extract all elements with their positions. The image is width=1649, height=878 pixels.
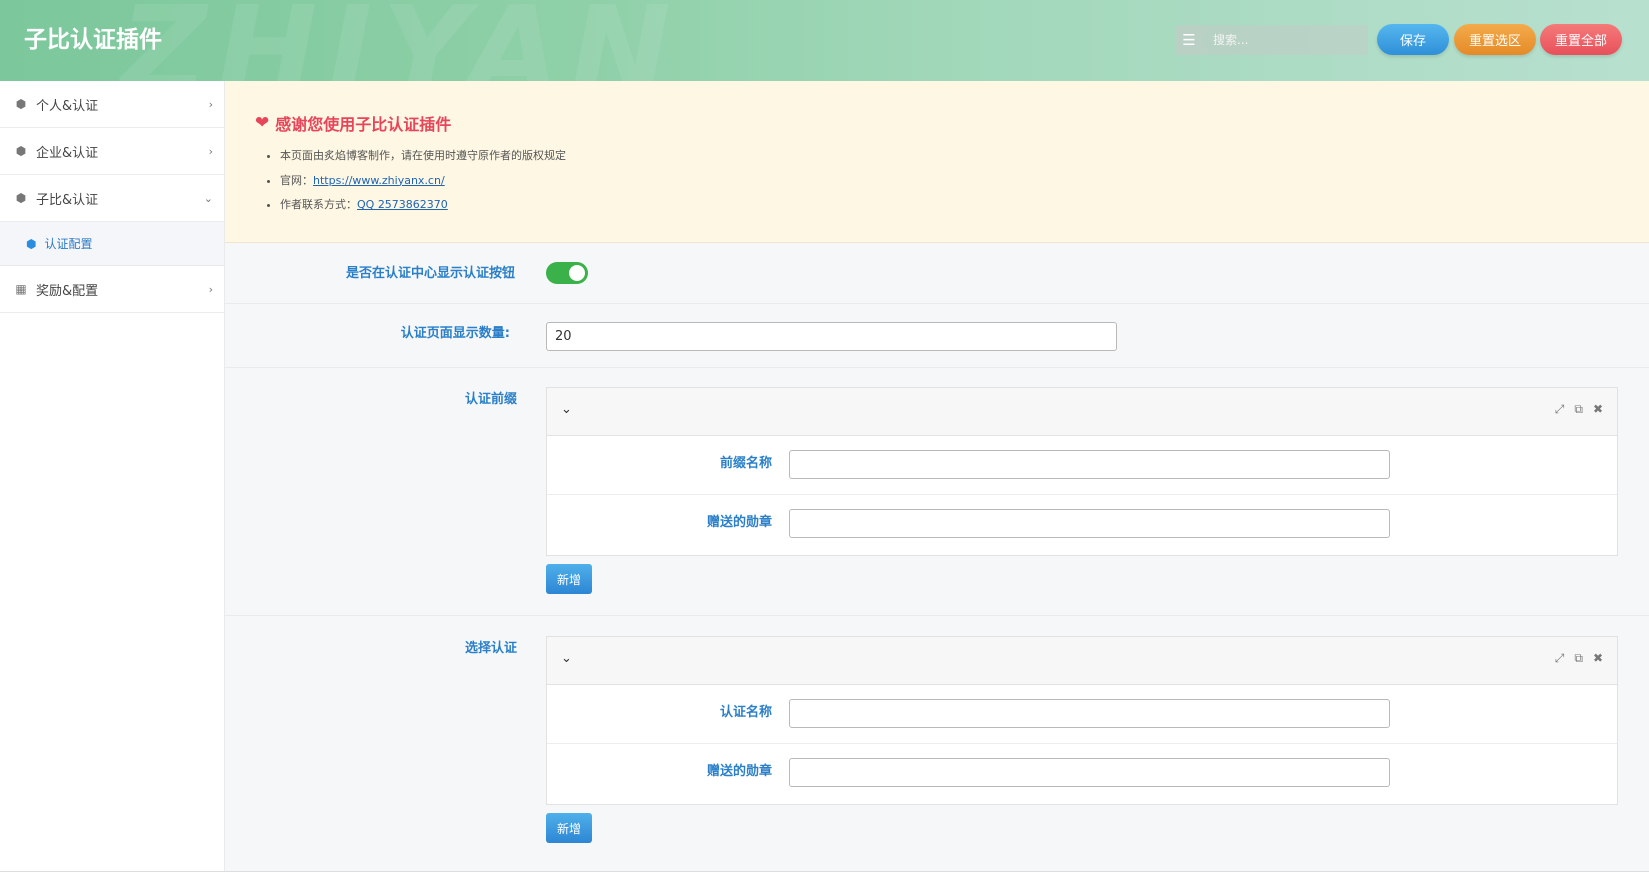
- copy-icon[interactable]: ⧉: [1574, 651, 1583, 666]
- list-icon[interactable]: ☰: [1175, 25, 1203, 55]
- notice-text: 作者联系方式：: [280, 198, 357, 211]
- page-count-label: 认证页面显示数量:: [400, 326, 510, 341]
- notice-text: 本页面由炙焰博客制作，请在使用时遵守原作者的版权规定: [280, 149, 566, 162]
- show-button-label: 是否在认证中心显示认证按钮: [345, 266, 515, 281]
- notice-list: 本页面由炙焰博客制作，请在使用时遵守原作者的版权规定 官网：https://ww…: [280, 147, 566, 221]
- page-count-input[interactable]: [546, 322, 1117, 351]
- cube-icon: ⬢: [15, 191, 27, 205]
- notice-line: 作者联系方式：QQ 2573862370: [280, 196, 566, 221]
- sidebar-item-personal[interactable]: ⬢ 个人&认证 ›: [0, 81, 224, 128]
- prefix-name-row: 前缀名称: [547, 436, 1617, 495]
- select-panel-header: ⌄ ⤢ ⧉ ✖: [547, 637, 1617, 685]
- reset-section-button[interactable]: 重置选区: [1454, 24, 1536, 55]
- panel-tools: ⤢ ⧉ ✖: [1555, 402, 1603, 417]
- qq-contact-link[interactable]: QQ 2573862370: [357, 198, 448, 211]
- prefix-add-button[interactable]: 新增: [546, 564, 592, 594]
- notice-line: 本页面由炙焰博客制作，请在使用时遵守原作者的版权规定: [280, 147, 566, 172]
- chevron-down-icon[interactable]: ⌄: [561, 651, 572, 666]
- chevron-right-icon: ›: [208, 282, 213, 296]
- expand-icon[interactable]: ⤢: [1555, 651, 1565, 666]
- cert-name-row: 认证名称: [547, 685, 1617, 744]
- cube-icon: ⬢: [15, 144, 27, 158]
- reset-all-button[interactable]: 重置全部: [1540, 24, 1622, 55]
- heart-icon: ❤: [255, 113, 270, 133]
- copy-icon[interactable]: ⧉: [1574, 402, 1583, 417]
- expand-icon[interactable]: ⤢: [1555, 402, 1565, 417]
- cert-medal-label: 赠送的勋章: [706, 764, 772, 779]
- sidebar-item-enterprise[interactable]: ⬢ 企业&认证 ›: [0, 128, 224, 175]
- cert-name-label: 认证名称: [719, 705, 772, 720]
- sidebar-item-label: 企业&认证: [36, 145, 99, 161]
- sidebar-item-label: 奖励&配置: [36, 283, 99, 299]
- search-bar: ☰: [1175, 25, 1375, 55]
- header-watermark: ZHIYAN: [120, 0, 681, 81]
- chevron-down-icon[interactable]: ⌄: [561, 402, 572, 417]
- sidebar-item-label: 子比&认证: [36, 192, 99, 208]
- sidebar-subitem-label: 认证配置: [44, 237, 93, 251]
- close-icon[interactable]: ✖: [1593, 651, 1603, 666]
- notice-line: 官网：https://www.zhiyanx.cn/: [280, 172, 566, 197]
- prefix-panel-header: ⌄ ⤢ ⧉ ✖: [547, 388, 1617, 436]
- calendar-icon: ▦: [15, 282, 27, 296]
- save-button[interactable]: 保存: [1377, 24, 1449, 55]
- notice-box: ❤ 感谢您使用子比认证插件 本页面由炙焰博客制作，请在使用时遵守原作者的版权规定…: [225, 81, 1649, 243]
- notice-title-text: 感谢您使用子比认证插件: [275, 115, 452, 134]
- sidebar-subitem-cert-config[interactable]: ⬢ 认证配置: [0, 222, 224, 266]
- cube-icon: ⬢: [26, 236, 37, 251]
- cert-medal-input[interactable]: [789, 758, 1390, 787]
- select-group-label: 选择认证: [464, 641, 517, 656]
- cert-medal-row: 赠送的勋章: [547, 744, 1617, 803]
- sidebar-item-zibi[interactable]: ⬢ 子比&认证 ⌄: [0, 175, 224, 222]
- cube-icon: ⬢: [15, 97, 27, 111]
- select-panel: ⌄ ⤢ ⧉ ✖ 认证名称 赠送的勋章: [546, 636, 1618, 805]
- sidebar-item-rewards[interactable]: ▦ 奖励&配置 ›: [0, 266, 224, 313]
- app-title: 子比认证插件: [24, 27, 162, 53]
- select-add-button[interactable]: 新增: [546, 813, 592, 843]
- prefix-group-row: 认证前缀 ⌄ ⤢ ⧉ ✖ 前缀名称 赠送的勋章 新增: [225, 368, 1649, 616]
- toggle-knob: [569, 265, 585, 281]
- panel-tools: ⤢ ⧉ ✖: [1555, 651, 1603, 666]
- bottom-border: [0, 871, 1649, 878]
- prefix-medal-row: 赠送的勋章: [547, 495, 1617, 554]
- select-group-row: 选择认证 ⌄ ⤢ ⧉ ✖ 认证名称 赠送的勋章 新增: [225, 616, 1649, 871]
- page-count-row: 认证页面显示数量:: [225, 304, 1649, 368]
- show-button-toggle[interactable]: [546, 262, 588, 284]
- prefix-group-label: 认证前缀: [464, 392, 517, 407]
- prefix-medal-input[interactable]: [789, 509, 1390, 538]
- main-content: ❤ 感谢您使用子比认证插件 本页面由炙焰博客制作，请在使用时遵守原作者的版权规定…: [225, 81, 1649, 871]
- sidebar-item-label: 个人&认证: [36, 98, 99, 114]
- chevron-right-icon: ›: [208, 97, 213, 111]
- chevron-down-icon: ⌄: [203, 191, 213, 205]
- sidebar: ⬢ 个人&认证 › ⬢ 企业&认证 › ⬢ 子比&认证 ⌄ ⬢ 认证配置 ▦ 奖…: [0, 81, 225, 871]
- prefix-medal-label: 赠送的勋章: [706, 515, 772, 530]
- top-header: ZHIYAN 子比认证插件 ☰ 保存 重置选区 重置全部: [0, 0, 1649, 81]
- show-button-row: 是否在认证中心显示认证按钮: [225, 243, 1649, 304]
- notice-title: ❤ 感谢您使用子比认证插件: [255, 111, 451, 135]
- prefix-panel: ⌄ ⤢ ⧉ ✖ 前缀名称 赠送的勋章: [546, 387, 1618, 556]
- chevron-right-icon: ›: [208, 144, 213, 158]
- search-input[interactable]: [1203, 25, 1368, 55]
- close-icon[interactable]: ✖: [1593, 402, 1603, 417]
- website-link[interactable]: https://www.zhiyanx.cn/: [313, 174, 445, 187]
- prefix-name-label: 前缀名称: [719, 456, 772, 471]
- cert-name-input[interactable]: [789, 699, 1390, 728]
- prefix-name-input[interactable]: [789, 450, 1390, 479]
- notice-text: 官网：: [280, 173, 313, 187]
